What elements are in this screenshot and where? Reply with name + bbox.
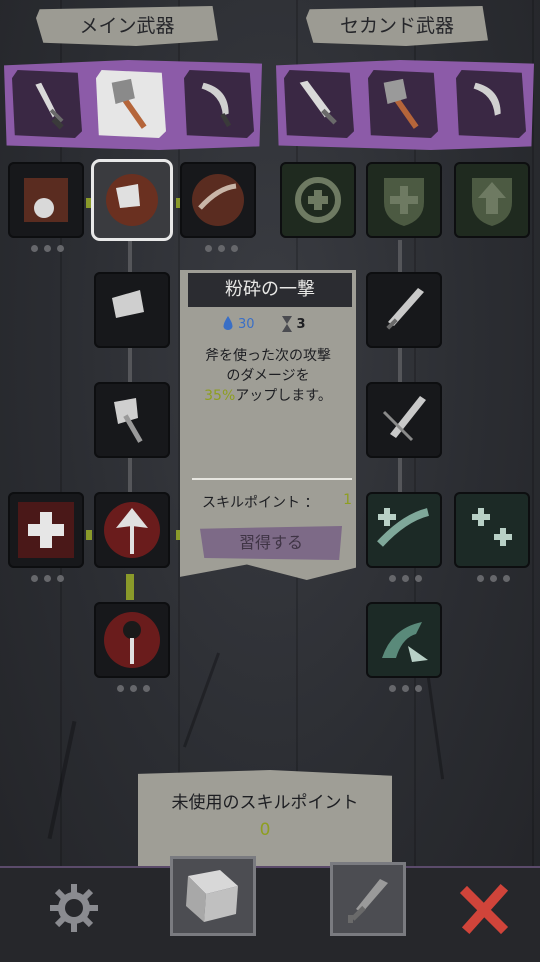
skill-node-shield-heal[interactable] <box>366 162 442 238</box>
settings-button[interactable] <box>46 880 102 936</box>
main-weapon-panel <box>4 60 262 150</box>
skill-node-battle-axe[interactable] <box>94 492 170 568</box>
weapon-slot-broadsword[interactable] <box>284 70 354 138</box>
main-weapon-header: メイン武器 <box>36 6 218 46</box>
cooldown: 3 <box>281 316 306 332</box>
unused-points-panel <box>138 770 392 866</box>
arrow-up-icon <box>472 178 512 226</box>
curved-blade-icon <box>201 82 232 128</box>
weapon-slot-axe[interactable] <box>368 70 438 138</box>
skill-node-sword-strike[interactable] <box>366 272 442 348</box>
skill-book-button[interactable] <box>170 856 256 936</box>
book-icon <box>186 870 238 922</box>
weapon-button[interactable] <box>330 862 406 936</box>
skill-node-slash[interactable] <box>180 162 256 238</box>
damage-percent: 35% <box>204 388 236 404</box>
divider <box>192 478 352 480</box>
skill-node-sword-heal[interactable] <box>366 492 442 568</box>
sword-icon <box>348 879 388 923</box>
unused-points-label: 未使用のスキルポイント <box>171 793 359 813</box>
axe-strike-icon <box>106 174 158 226</box>
skill-node-deadly-axe[interactable] <box>94 602 170 678</box>
hourglass-icon <box>281 316 292 332</box>
skill-level-dots <box>108 685 158 692</box>
slash-icon <box>192 174 244 226</box>
second-weapon-panel <box>276 60 534 150</box>
sword-thrust-icon <box>382 396 426 442</box>
skill-level-dots <box>380 575 430 582</box>
mana-drop-icon <box>223 316 233 330</box>
axe-throw-icon <box>114 398 143 443</box>
skill-point-cost: スキルポイント ： 1 <box>202 492 352 511</box>
gear-icon <box>50 884 98 932</box>
skill-description: 斧を使った次の攻撃 のダメージを 35%アップします。 <box>204 348 332 404</box>
weapon-slot-curved-blade[interactable] <box>456 70 526 138</box>
broadsword-icon <box>299 80 337 125</box>
close-button[interactable] <box>456 880 514 938</box>
skill-node-axe-throw[interactable] <box>94 382 170 458</box>
fist-axe-icon <box>24 178 68 222</box>
multi-heal-icon <box>472 508 512 546</box>
second-weapon-header: セカンド武器 <box>306 6 488 46</box>
skill-node-heal[interactable] <box>8 492 84 568</box>
cooldown-value: 3 <box>296 316 306 332</box>
skull-axe-icon <box>104 612 160 668</box>
mana-cost: 30 <box>222 316 255 332</box>
dagger-icon <box>35 82 64 130</box>
skill-level-dots <box>380 685 430 692</box>
axe-icon <box>111 78 147 129</box>
close-icon <box>459 883 509 935</box>
battle-axe-icon <box>104 502 160 558</box>
learn-button[interactable]: 習得する <box>200 526 342 560</box>
sword-icon <box>386 288 424 330</box>
axe-icon <box>383 78 419 129</box>
skill-node-axe-smash[interactable] <box>94 272 170 348</box>
skill-node-sword-thrust[interactable] <box>366 382 442 458</box>
skill-level-dots <box>22 575 72 582</box>
weapon-slot-curved-blade[interactable] <box>184 70 254 138</box>
skill-node-dragon[interactable] <box>366 602 442 678</box>
skill-title: 粉砕の一撃 <box>188 273 352 307</box>
skill-stats: 30 3 <box>222 316 306 332</box>
axe-smash-icon <box>112 290 144 318</box>
skill-node-regen[interactable] <box>280 162 356 238</box>
weapon-slot-axe-selected[interactable] <box>96 70 166 138</box>
skill-level-dots <box>196 245 246 252</box>
skill-level-dots <box>468 575 518 582</box>
skill-node-upgrade[interactable] <box>454 162 530 238</box>
sword-heal-icon <box>377 508 430 547</box>
shield-cross-icon <box>384 178 424 226</box>
dragon-icon <box>382 622 428 662</box>
regen-icon <box>295 177 341 223</box>
skill-node-crushing-blow[interactable] <box>94 162 170 238</box>
mana-value: 30 <box>238 316 255 332</box>
skill-node-axe-grip[interactable] <box>8 162 84 238</box>
weapon-slot-dagger[interactable] <box>12 70 82 138</box>
unused-points-value: 0 <box>259 820 271 840</box>
heal-cross-icon <box>18 502 74 558</box>
skill-level-dots <box>22 245 72 252</box>
curved-blade-icon <box>473 82 501 116</box>
skill-node-multi-heal[interactable] <box>454 492 530 568</box>
